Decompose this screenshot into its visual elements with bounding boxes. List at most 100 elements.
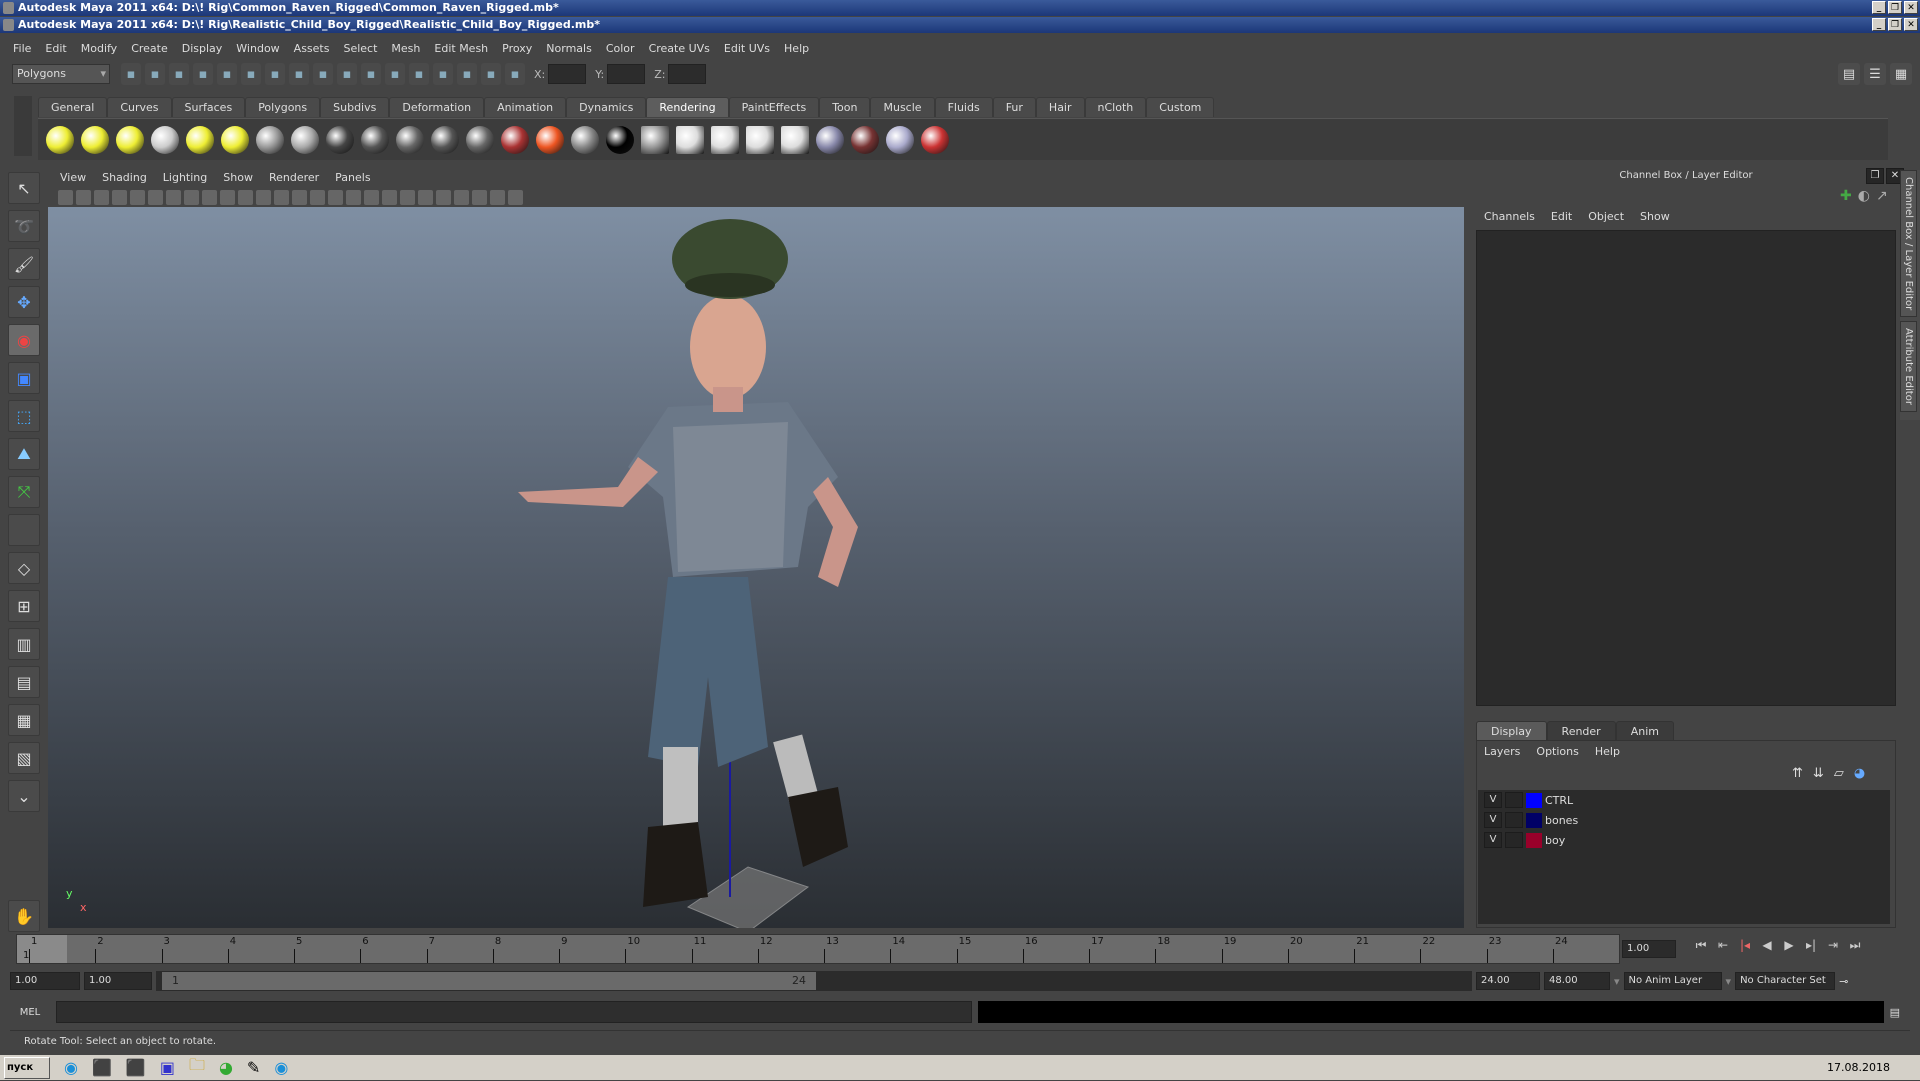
range-slider-handle[interactable]: 1 24	[162, 972, 816, 990]
batch-render-icon[interactable]	[746, 125, 774, 154]
panel-tool-icon[interactable]	[112, 189, 127, 205]
move-layer-down-icon[interactable]: ⇊	[1813, 766, 1824, 781]
z-input[interactable]	[668, 64, 707, 84]
layer-display-type-toggle[interactable]	[1505, 812, 1523, 828]
layer-menu-help[interactable]: Help	[1587, 743, 1628, 761]
layer-tab-render[interactable]: Render	[1546, 721, 1616, 741]
ipr-render-icon[interactable]	[711, 125, 739, 154]
menu-select[interactable]: Select	[336, 40, 384, 58]
ambient-light-icon[interactable]	[46, 125, 74, 154]
app-taskbar-icon-2[interactable]: ✎	[247, 1058, 260, 1077]
menu-proxy[interactable]: Proxy	[495, 40, 539, 58]
menu-normals[interactable]: Normals	[539, 40, 599, 58]
menu-help[interactable]: Help	[777, 40, 816, 58]
render-settings-icon[interactable]: ▪	[457, 63, 477, 85]
go-to-end-icon[interactable]: ⏭	[1844, 938, 1866, 953]
minimize-button[interactable]: _	[1872, 1, 1886, 14]
move-layer-up-icon[interactable]: ⇈	[1792, 766, 1803, 781]
panel-tool-icon[interactable]	[76, 189, 91, 205]
channel-menu-edit[interactable]: Edit	[1543, 208, 1580, 226]
shelf-tab-custom[interactable]: Custom	[1146, 97, 1215, 117]
background-window-titlebar[interactable]: Autodesk Maya 2011 x64: D:\! Rig\Common_…	[0, 0, 1920, 16]
playback-end-field[interactable]: 24.00	[1476, 972, 1540, 990]
channel-menu-object[interactable]: Object	[1580, 208, 1632, 226]
range-slider[interactable]: 1 24	[156, 971, 1472, 991]
speed-icon[interactable]: ◐	[1858, 188, 1870, 204]
select-tool-icon[interactable]: ↖	[8, 172, 40, 204]
panel-tool-icon[interactable]	[220, 189, 235, 205]
maya-taskbar-icon[interactable]: ⬛	[92, 1058, 112, 1077]
side-tab-attribute-editor[interactable]: Attribute Editor	[1900, 321, 1917, 413]
float-panel-button[interactable]: ❐	[1866, 168, 1884, 184]
layer-visibility-toggle[interactable]: V	[1484, 792, 1502, 808]
rotate-tool-icon[interactable]: ◉	[8, 324, 40, 356]
shelf-tab-muscle[interactable]: Muscle	[870, 97, 935, 117]
lambert-icon[interactable]	[361, 125, 389, 154]
start-button[interactable]: пуск	[4, 1056, 50, 1079]
attribute-editor-toggle-icon[interactable]: ▤	[1838, 63, 1860, 85]
shelf-tab-hair[interactable]: Hair	[1035, 97, 1085, 117]
shelf-tab-deformation[interactable]: Deformation	[389, 97, 485, 117]
area-light-icon[interactable]	[186, 125, 214, 154]
panel-tool-icon[interactable]	[94, 189, 109, 205]
remove-material-icon[interactable]	[851, 125, 879, 154]
close-button[interactable]: ✕	[1904, 18, 1918, 31]
phong-icon[interactable]	[396, 125, 424, 154]
panel-menu-panels[interactable]: Panels	[327, 169, 378, 186]
main-window-titlebar[interactable]: Autodesk Maya 2011 x64: D:\! Rig\Realist…	[0, 17, 1920, 33]
directional-light-icon[interactable]	[81, 125, 109, 154]
layer-tab-display[interactable]: Display	[1476, 721, 1547, 741]
create-layer-from-selected-icon[interactable]: ◕	[1854, 766, 1865, 781]
layer-name[interactable]: bones	[1545, 814, 1578, 827]
panel-tool-icon[interactable]	[292, 189, 307, 205]
maximize-button[interactable]: ❐	[1888, 18, 1902, 31]
render-frame-icon[interactable]: ▪	[409, 63, 429, 85]
panel-tool-icon[interactable]	[148, 189, 163, 205]
layer-display-type-toggle[interactable]	[1505, 792, 1523, 808]
render-current-frame-icon[interactable]	[676, 125, 704, 154]
layer-color-swatch[interactable]	[1526, 792, 1542, 808]
layer-name[interactable]: boy	[1545, 834, 1565, 847]
panel-tool-icon[interactable]	[508, 189, 523, 205]
step-forward-frame-icon[interactable]: ▸|	[1800, 938, 1822, 953]
layered-shader-icon[interactable]	[501, 125, 529, 154]
menu-color[interactable]: Color	[599, 40, 642, 58]
shelf-tab-painteffects[interactable]: PaintEffects	[728, 97, 820, 117]
panel-menu-shading[interactable]: Shading	[94, 169, 155, 186]
channel-box-toggle-icon[interactable]: ▦	[1890, 63, 1912, 85]
character-set-dropdown[interactable]: No Character Set	[1735, 972, 1836, 990]
panel-tool-icon[interactable]	[58, 189, 73, 205]
shelf-tab-dynamics[interactable]: Dynamics	[566, 97, 647, 117]
panel-menu-renderer[interactable]: Renderer	[261, 169, 327, 186]
character-set-dropdown-arrow[interactable]: ▾	[1726, 975, 1732, 988]
current-time-field[interactable]: 1.00	[1622, 940, 1676, 958]
shelf-tab-general[interactable]: General	[38, 97, 108, 117]
panel-tool-icon[interactable]	[238, 189, 253, 205]
save-scene-icon[interactable]: ▪	[169, 63, 189, 85]
perspective-viewport[interactable]: y x	[48, 207, 1464, 928]
step-back-frame-icon[interactable]: |◂	[1734, 938, 1756, 953]
select-component-icon[interactable]: ▪	[241, 63, 261, 85]
paint-canvas-icon[interactable]	[921, 125, 949, 154]
menu-create-uvs[interactable]: Create UVs	[642, 40, 717, 58]
layer-color-swatch[interactable]	[1526, 812, 1542, 828]
ipr-icon[interactable]: ▪	[433, 63, 453, 85]
side-tab-channel-box[interactable]: Channel Box / Layer Editor	[1900, 170, 1917, 318]
panel-menu-lighting[interactable]: Lighting	[155, 169, 215, 186]
maximize-button[interactable]: ❐	[1888, 1, 1902, 14]
menu-file[interactable]: File	[6, 40, 38, 58]
point-light-icon[interactable]	[116, 125, 144, 154]
layer-display-type-toggle[interactable]	[1505, 832, 1523, 848]
anim-layer-dropdown[interactable]: No Anim Layer	[1623, 972, 1722, 990]
layer-visibility-toggle[interactable]: V	[1484, 812, 1502, 828]
construction-history-icon[interactable]: ▪	[385, 63, 405, 85]
teamviewer-taskbar-icon[interactable]: ◉	[64, 1058, 78, 1077]
panel-tool-icon[interactable]	[202, 189, 217, 205]
new-scene-icon[interactable]: ▪	[121, 63, 141, 85]
menu-modify[interactable]: Modify	[74, 40, 124, 58]
panel-tool-icon[interactable]	[382, 189, 397, 205]
paint-select-tool-icon[interactable]: 🖌	[8, 248, 40, 280]
layer-row[interactable]: V CTRL	[1478, 790, 1890, 810]
panel-menu-show[interactable]: Show	[215, 169, 261, 186]
minimize-button[interactable]: _	[1872, 18, 1886, 31]
